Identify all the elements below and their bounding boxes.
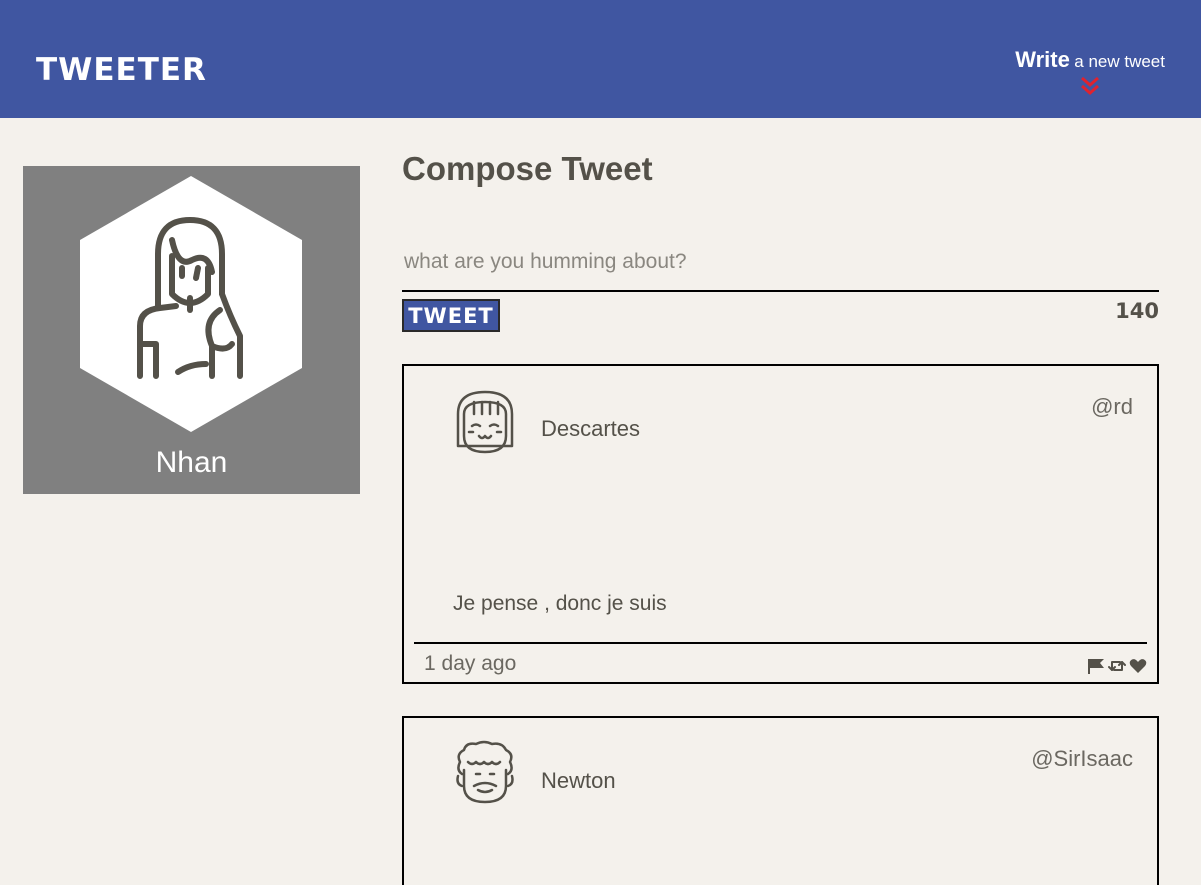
tweet-input[interactable] [402, 244, 1159, 292]
compose-title: Compose Tweet [402, 150, 653, 187]
tweet-author-handle: @SirIsaac [1031, 746, 1133, 771]
double-chevron-down-icon[interactable] [1079, 75, 1101, 97]
profile-card: Nhan [23, 166, 360, 494]
brand-logo[interactable]: TWEETER [36, 52, 207, 88]
write-sub-label: a new tweet [1074, 52, 1165, 71]
tweet-button[interactable]: TWEET [402, 299, 500, 332]
tweet-content: Je pense , donc je suis [453, 592, 667, 615]
char-counter: 140 [1115, 299, 1159, 323]
tweet-card: Descartes @rd Je pense , donc je suis 1 … [402, 364, 1159, 684]
profile-avatar [80, 176, 302, 432]
write-label: Write [1015, 47, 1070, 72]
tweet-author-handle: @rd [1091, 394, 1133, 419]
tweet-actions [1087, 658, 1147, 674]
newton-avatar [456, 740, 514, 804]
tweet-card: Newton @SirIsaac [402, 716, 1159, 885]
write-new-tweet-toggle[interactable]: Write a new tweet [1015, 47, 1165, 97]
navbar: TWEETER Write a new tweet [0, 0, 1201, 118]
heart-icon[interactable] [1129, 658, 1147, 674]
tweet-author-name: Newton [541, 768, 616, 793]
tweet-author-name: Descartes [541, 416, 641, 441]
profile-name: Nhan [155, 446, 228, 479]
flag-icon[interactable] [1087, 658, 1105, 674]
tweet-footer: 1 day ago [414, 642, 1147, 682]
retweet-icon[interactable] [1108, 658, 1126, 674]
tweet-timestamp: 1 day ago [424, 652, 517, 675]
descartes-avatar [456, 390, 514, 454]
